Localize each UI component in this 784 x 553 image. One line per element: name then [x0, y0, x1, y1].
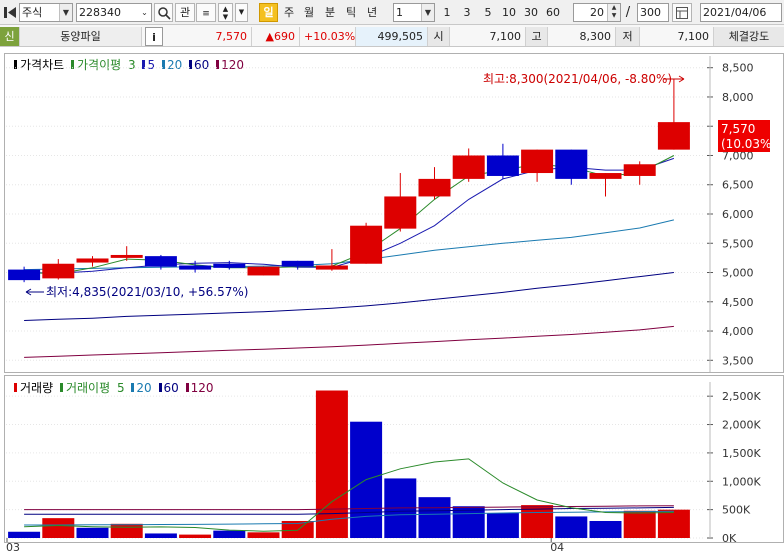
candle-body [623, 164, 656, 176]
volume-tick-label: 0K [722, 532, 737, 545]
price-candles [8, 79, 690, 283]
candle-body [247, 266, 280, 276]
volume-bar [76, 527, 109, 538]
candle-body [521, 149, 554, 174]
price-tick-label: 8,500 [722, 62, 754, 75]
volume-bar [521, 505, 554, 538]
high-annotation: 최고:8,300(2021/04/06, -8.80%) [483, 72, 672, 86]
volume-bar [110, 523, 143, 538]
x-axis: 03 04 [6, 538, 564, 553]
candle-body [350, 225, 383, 264]
volume-bar [42, 518, 75, 538]
last-price-tag: 7,570 (10.03%) [718, 120, 776, 152]
candle-body [486, 155, 519, 176]
candle-body [418, 178, 451, 197]
candle-body [555, 149, 588, 179]
candle-body [76, 258, 109, 263]
volume-bar [418, 497, 451, 538]
candle-body [384, 196, 417, 229]
candle-body [657, 122, 690, 150]
volume-ma120-line [24, 505, 674, 511]
price-tick-label: 5,000 [722, 267, 754, 280]
candle-body [110, 254, 143, 258]
price-tick-label: 5,500 [722, 237, 754, 250]
price-tick-label: 4,500 [722, 296, 754, 309]
price-tick-label: 6,500 [722, 179, 754, 192]
candle-body [179, 265, 212, 270]
volume-bar [247, 532, 280, 538]
candle-body [42, 263, 75, 279]
candle-body [452, 155, 485, 179]
price-tick-label: 8,000 [722, 91, 754, 104]
volume-bar [657, 509, 690, 538]
volume-bar [623, 510, 656, 538]
x-tick-label: 03 [6, 541, 20, 553]
candle-body [281, 260, 314, 267]
volume-bars [8, 390, 690, 538]
volume-tick-label: 1,500K [722, 447, 761, 460]
annotations: 최고:8,300(2021/04/06, -8.80%) 최저:4,835(20… [25, 72, 685, 299]
price-tick-label: 6,000 [722, 208, 754, 221]
volume-bar [452, 506, 485, 538]
volume-bar [144, 533, 177, 538]
stock-chart[interactable]: 3,5004,0004,5005,0005,5006,0006,5007,000… [0, 0, 784, 553]
price-grid: 3,5004,0004,5005,0005,5006,0006,5007,000… [6, 56, 754, 372]
volume-tick-label: 500K [722, 504, 751, 517]
volume-bar [315, 390, 348, 538]
volume-tick-label: 1,000K [722, 475, 761, 488]
candle-body [144, 256, 177, 267]
x-tick-label: 04 [550, 541, 564, 553]
candle-body [213, 263, 246, 268]
candle-body [589, 173, 622, 179]
volume-bar [179, 534, 212, 538]
candle-body [315, 265, 348, 270]
last-price-tag-pct: (10.03%) [721, 137, 776, 151]
volume-bar [555, 516, 588, 538]
candle-body [8, 269, 41, 281]
volume-bar [486, 513, 519, 538]
volume-bar [589, 520, 622, 538]
volume-tick-label: 2,500K [722, 390, 761, 403]
volume-bar [8, 531, 41, 538]
volume-bar [213, 530, 246, 538]
volume-tick-label: 2,000K [722, 419, 761, 432]
low-annotation: 최저:4,835(2021/03/10, +56.57%) [46, 285, 248, 299]
last-price-tag-value: 7,570 [721, 122, 755, 136]
price-tick-label: 3,500 [722, 354, 754, 367]
price-tick-label: 4,000 [722, 325, 754, 338]
